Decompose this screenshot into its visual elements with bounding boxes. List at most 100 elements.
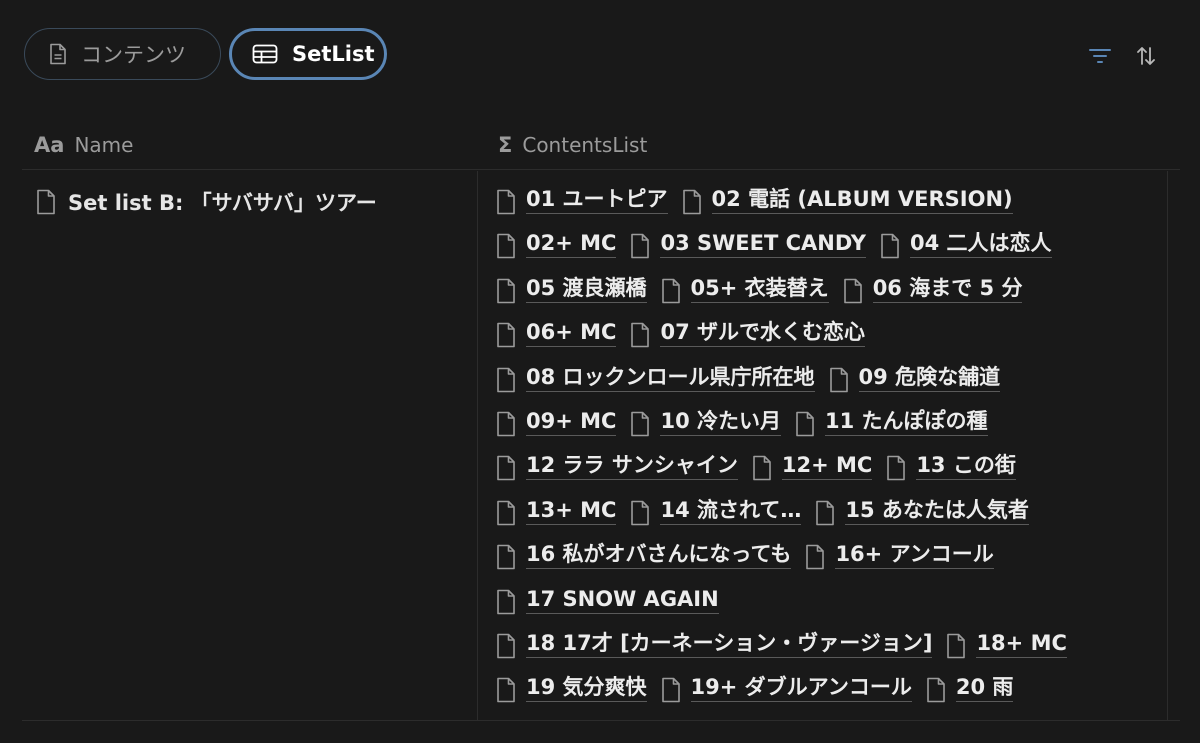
- column-header-name[interactable]: Aa Name: [22, 120, 480, 169]
- row-title: Set list B: 「サバサバ」ツアー: [68, 191, 377, 215]
- page-icon: [497, 544, 515, 570]
- contents-line: 12 ララ サンシャイン 12+ MC 13 この街: [496, 451, 1167, 495]
- sort-button[interactable]: [1134, 44, 1158, 68]
- page-icon: [497, 322, 515, 348]
- relation-item[interactable]: 05 渡良瀬橋: [496, 274, 647, 304]
- contents-line: 06+ MC 07 ザルで水くむ恋心: [496, 318, 1167, 362]
- relation-item-label: 02+ MC: [526, 229, 617, 259]
- relation-item[interactable]: 04 二人は恋人: [880, 229, 1052, 259]
- page-icon: [796, 411, 814, 437]
- relation-item[interactable]: 20 雨: [926, 673, 1014, 703]
- relation-item[interactable]: 14 流されて…: [630, 496, 802, 526]
- relation-item-label: 17 SNOW AGAIN: [526, 585, 719, 614]
- relation-item[interactable]: 15 あなたは人気者: [815, 496, 1029, 526]
- relation-item[interactable]: 02+ MC: [496, 229, 617, 259]
- contents-line: 01 ユートピア 02 電話 (ALBUM VERSION): [496, 185, 1167, 229]
- page-icon: [661, 278, 680, 304]
- relation-item-label: 10 冷たい月: [660, 407, 781, 436]
- relation-item-label: 14 流されて…: [660, 496, 802, 525]
- relation-item-label: 15 あなたは人気者: [845, 496, 1029, 525]
- row-contents-cell: 01 ユートピア 02 電話 (ALBUM VERSION) 02+ MC 03 SW…: [478, 171, 1168, 720]
- relation-item[interactable]: 13 この街: [886, 451, 1016, 481]
- relation-item[interactable]: 03 SWEET CANDY: [630, 229, 866, 259]
- relation-item-label: 03 SWEET CANDY: [660, 229, 866, 259]
- relation-item-label: 09 危険な舗道: [858, 363, 1001, 392]
- relation-item[interactable]: 02 電話 (ALBUM VERSION): [682, 185, 1013, 215]
- relation-item-label: 16 私がオバさんになっても: [526, 540, 792, 570]
- relation-item[interactable]: 10 冷たい月: [630, 407, 781, 437]
- relation-item-label: 19 気分爽快: [526, 673, 647, 703]
- relation-item-label: 05 渡良瀬橋: [526, 274, 647, 303]
- relation-item[interactable]: 05+ 衣装替え: [661, 274, 829, 304]
- page-icon: [497, 677, 515, 703]
- contents-line: 19 気分爽快 19+ ダブルアンコール 20 雨: [496, 673, 1167, 717]
- table-icon: [252, 44, 278, 64]
- filter-button[interactable]: [1088, 44, 1112, 68]
- page-icon: [497, 456, 515, 481]
- table-header: Aa Name Σ ContentsList: [22, 120, 1180, 170]
- relation-item[interactable]: 09 危険な舗道: [829, 363, 1001, 393]
- contents-line: 08 ロックンロール県庁所在地 09 危険な舗道: [496, 363, 1167, 407]
- relation-item-label: 11 たんぽぽの種: [825, 407, 988, 436]
- tab-contents-label: コンテンツ: [81, 43, 186, 67]
- relation-item-label: 01 ユートピア: [526, 185, 668, 214]
- contents-line: 05 渡良瀬橋 05+ 衣装替え 06 海まで 5 分: [496, 274, 1167, 318]
- relation-item-label: 04 二人は恋人: [909, 229, 1052, 259]
- contents-line: 02+ MC 03 SWEET CANDY 04 二人は恋人: [496, 229, 1167, 273]
- relation-item-label: 16+ アンコール: [835, 540, 994, 570]
- relation-item[interactable]: 09+ MC: [496, 407, 617, 437]
- contents-line: 17 SNOW AGAIN: [496, 585, 1167, 629]
- relation-item-label: 13+ MC: [526, 496, 617, 525]
- row-name-cell[interactable]: Set list B: 「サバサバ」ツアー: [22, 171, 478, 720]
- page-icon: [927, 677, 945, 703]
- view-toolbar: [1088, 44, 1158, 68]
- page-icon: [881, 234, 899, 259]
- page-icon: [753, 456, 771, 481]
- relation-item[interactable]: 17 SNOW AGAIN: [496, 585, 719, 615]
- relation-item[interactable]: 07 ザルで水くむ恋心: [630, 318, 865, 348]
- text-property-icon: Aa: [34, 132, 65, 157]
- page-icon: [843, 278, 862, 304]
- tab-contents[interactable]: コンテンツ: [24, 28, 221, 80]
- contents-line: 13+ MC 14 流されて… 15 あなたは人気者: [496, 496, 1167, 540]
- relation-item[interactable]: 06+ MC: [496, 318, 617, 348]
- page-icon: [816, 500, 835, 526]
- relation-item[interactable]: 18 17才 [カーネーション・ヴァージョン]: [496, 629, 933, 659]
- relation-item-label: 12+ MC: [781, 451, 873, 481]
- contents-line: 09+ MC 10 冷たい月 11 たんぽぽの種: [496, 407, 1167, 451]
- relation-item-label: 12 ララ サンシャイン: [526, 451, 738, 481]
- tab-setlist-label: SetList: [292, 42, 375, 66]
- relation-item[interactable]: 01 ユートピア: [496, 185, 668, 215]
- page-icon: [631, 234, 650, 259]
- relation-item-label: 20 雨: [955, 673, 1014, 703]
- page-icon: [682, 189, 701, 215]
- relation-item[interactable]: 11 たんぽぽの種: [795, 407, 988, 437]
- page-icon: [887, 456, 906, 481]
- relation-item[interactable]: 13+ MC: [496, 496, 617, 526]
- page-icon: [497, 367, 515, 392]
- relation-item[interactable]: 08 ロックンロール県庁所在地: [496, 363, 815, 393]
- page-icon: [497, 234, 515, 259]
- relation-item[interactable]: 19+ ダブルアンコール: [661, 673, 912, 703]
- relation-item[interactable]: 16 私がオバさんになっても: [496, 540, 792, 570]
- relation-item[interactable]: 06 海まで 5 分: [843, 274, 1023, 304]
- relation-item-label: 06+ MC: [526, 318, 617, 348]
- page-icon: [631, 500, 650, 526]
- relation-item-label: 18+ MC: [976, 629, 1067, 658]
- relation-item[interactable]: 19 気分爽快: [496, 673, 647, 703]
- page-icon: [661, 677, 680, 703]
- relation-item-label: 08 ロックンロール県庁所在地: [526, 363, 815, 392]
- tab-setlist[interactable]: SetList: [229, 28, 387, 80]
- column-header-contents[interactable]: Σ ContentsList: [480, 120, 647, 169]
- relation-item-label: 18 17才 [カーネーション・ヴァージョン]: [526, 629, 933, 658]
- sort-icon: [1137, 47, 1155, 65]
- relation-item[interactable]: 12 ララ サンシャイン: [496, 451, 738, 481]
- page-icon: [497, 411, 515, 437]
- relation-item[interactable]: 12+ MC: [752, 451, 873, 481]
- contents-line: 16 私がオバさんになっても 16+ アンコール: [496, 540, 1167, 584]
- relation-item-label: 05+ 衣装替え: [690, 274, 829, 303]
- relation-item[interactable]: 16+ アンコール: [805, 540, 994, 570]
- relation-item[interactable]: 18+ MC: [946, 629, 1067, 659]
- sigma-icon: Σ: [498, 132, 513, 157]
- table-row: Set list B: 「サバサバ」ツアー 01 ユートピア 02 電話 (ALB…: [22, 171, 1180, 721]
